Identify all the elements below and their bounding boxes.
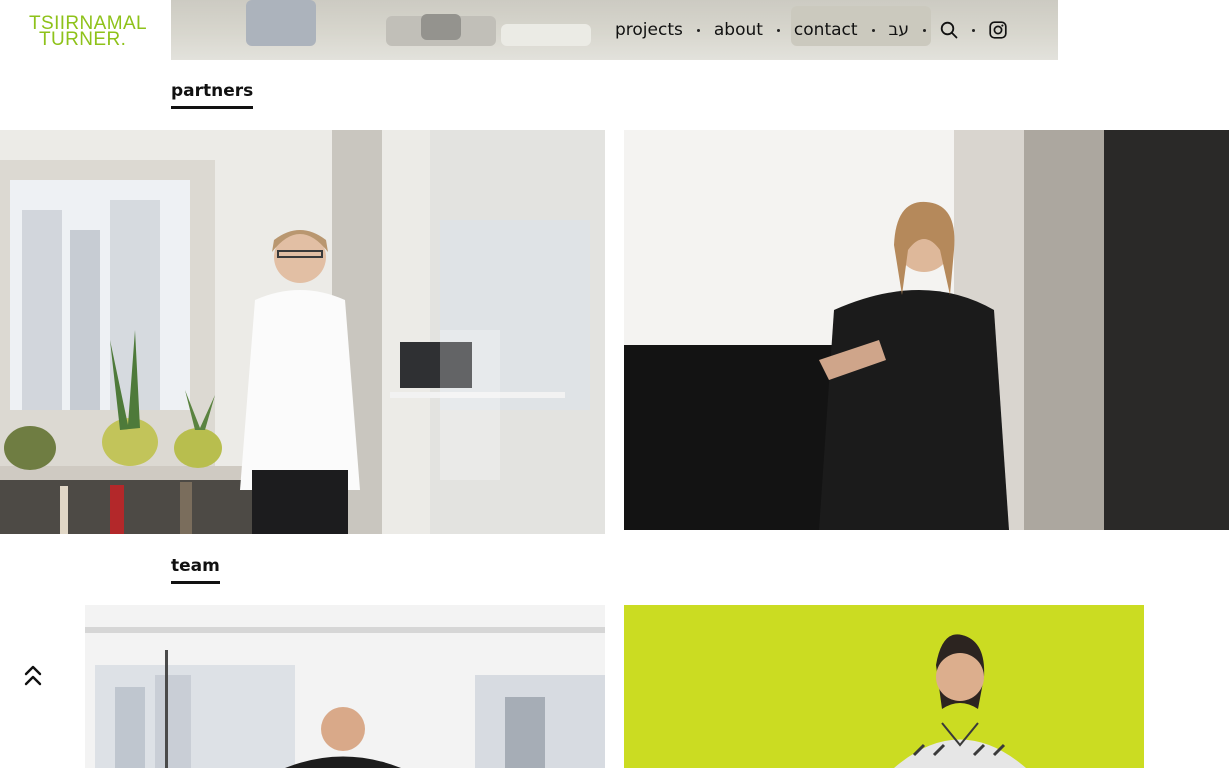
search-icon[interactable] bbox=[940, 21, 958, 39]
nav-separator bbox=[871, 28, 875, 32]
main-nav: projects about contact עב bbox=[615, 16, 1007, 44]
nav-separator bbox=[776, 28, 780, 32]
section-title-team: team bbox=[171, 556, 220, 584]
team-photo-1[interactable] bbox=[85, 605, 605, 768]
double-chevron-up-icon[interactable] bbox=[22, 664, 44, 688]
instagram-icon[interactable] bbox=[989, 21, 1007, 39]
partner-photo-1[interactable] bbox=[0, 130, 605, 534]
logo-line-2: TURNER. bbox=[39, 29, 127, 50]
partner-photo-2[interactable] bbox=[624, 130, 1229, 530]
nav-separator bbox=[972, 28, 976, 32]
nav-separator bbox=[923, 28, 927, 32]
nav-language-hebrew[interactable]: עב bbox=[889, 20, 909, 40]
nav-contact[interactable]: contact bbox=[794, 20, 858, 40]
section-title-partners: partners bbox=[171, 81, 254, 109]
nav-about[interactable]: about bbox=[714, 20, 763, 40]
nav-separator bbox=[696, 28, 700, 32]
logo[interactable]: TSIIRNAMAL TURNER. bbox=[29, 14, 147, 50]
nav-projects[interactable]: projects bbox=[615, 20, 683, 40]
team-photo-2[interactable] bbox=[624, 605, 1144, 768]
